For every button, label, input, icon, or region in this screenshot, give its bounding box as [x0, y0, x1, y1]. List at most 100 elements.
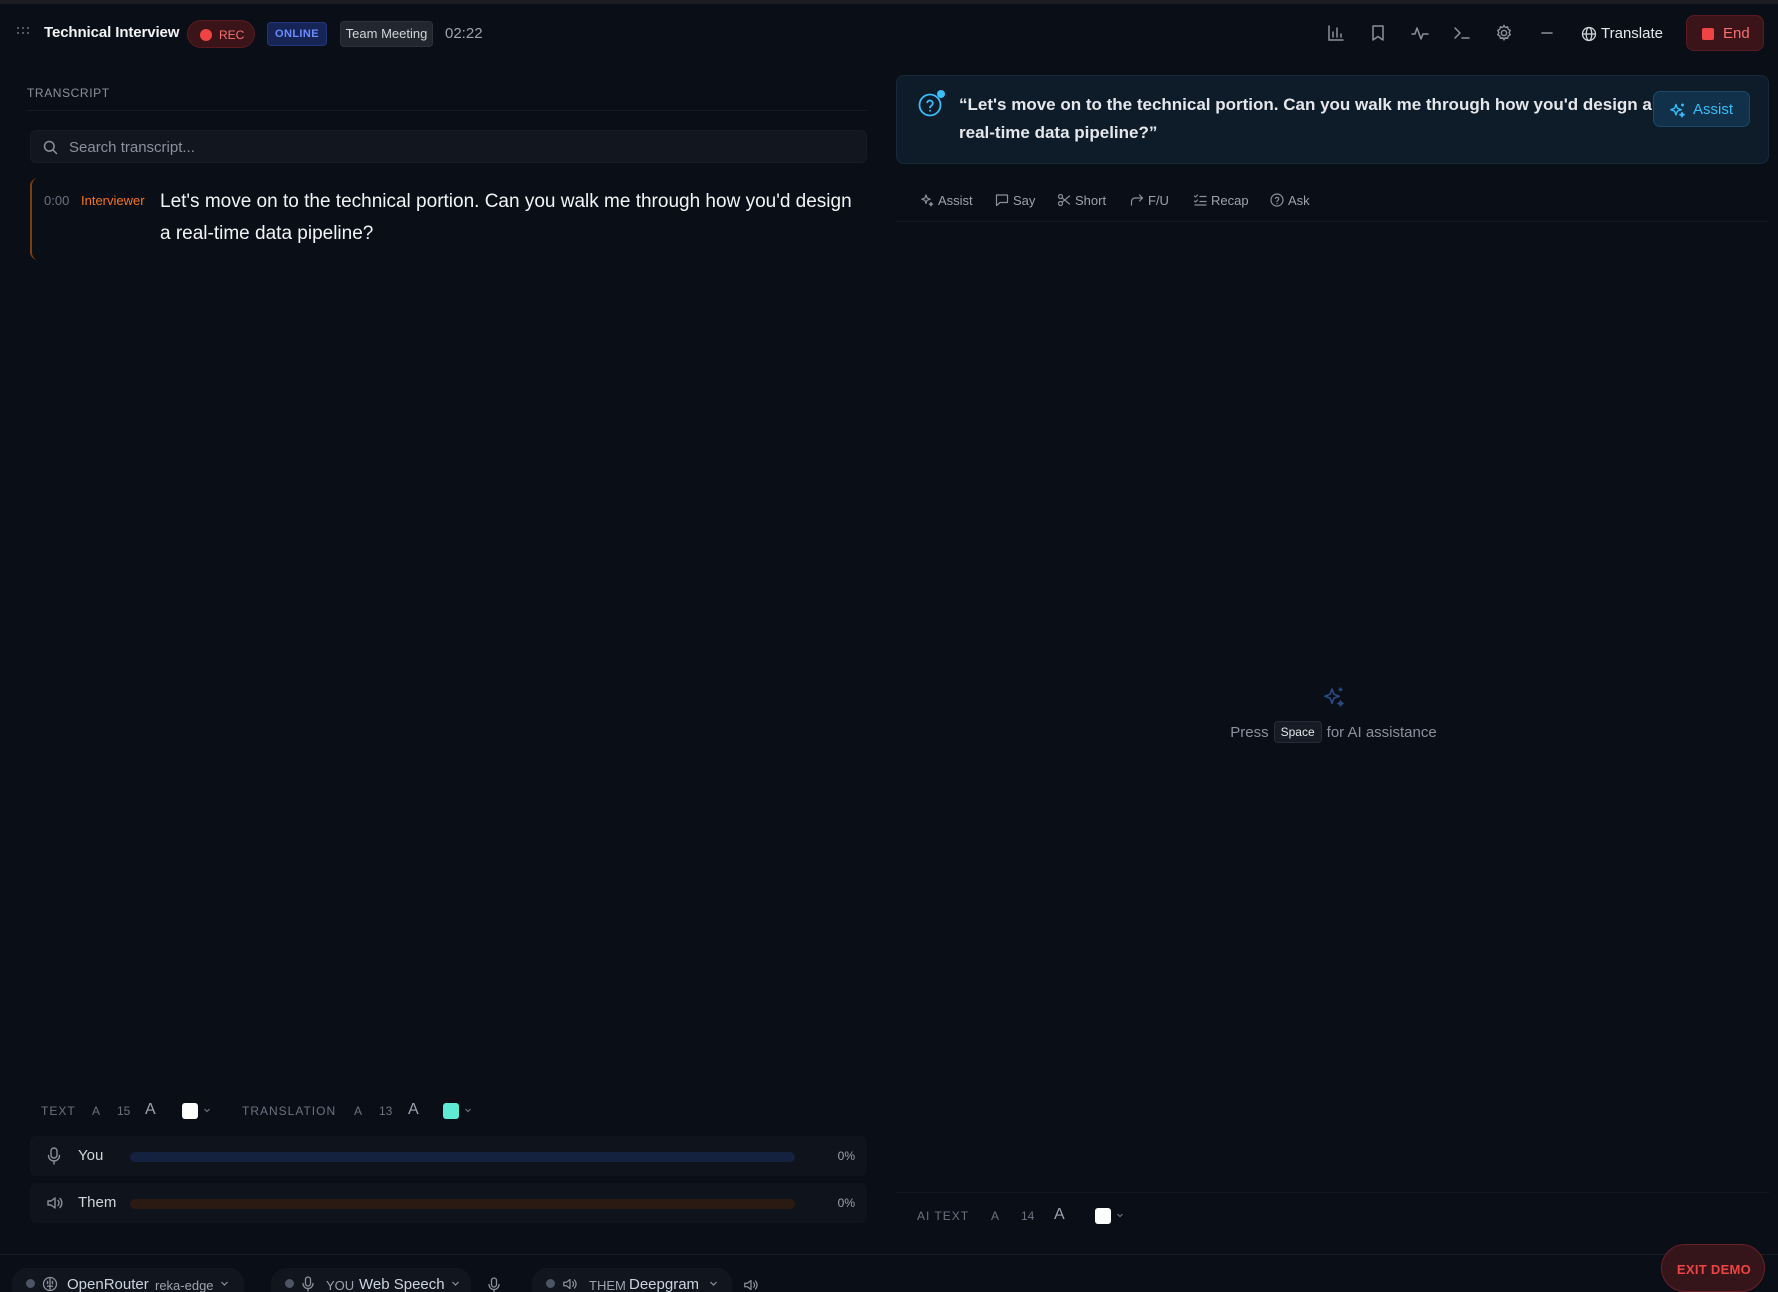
you-label: YOU	[326, 1278, 355, 1292]
text-size-increase[interactable]: A	[145, 1101, 156, 1119]
action-say-label: Say	[1013, 193, 1036, 208]
rec-dot-icon	[200, 29, 212, 41]
translation-size-value: 13	[379, 1104, 393, 1118]
ai-text-size-decrease[interactable]: A	[991, 1209, 999, 1223]
them-stt-selector[interactable]: THEM Deepgram	[532, 1268, 732, 1292]
you-label: You	[78, 1147, 104, 1164]
ai-text-size-value: 14	[1021, 1209, 1035, 1223]
microphone-icon	[301, 1276, 315, 1292]
ai-hint-prefix: Press	[1230, 724, 1269, 741]
chevron-down-icon[interactable]	[203, 1106, 211, 1114]
help-circle-icon	[1270, 193, 1284, 207]
them-level-bar	[130, 1199, 795, 1209]
brain-icon	[42, 1276, 58, 1292]
chat-icon	[995, 193, 1009, 207]
gear-icon[interactable]	[1494, 23, 1514, 43]
chevron-down-icon[interactable]	[464, 1106, 472, 1114]
end-label: End	[1723, 25, 1750, 42]
speaker-toggle-icon[interactable]	[743, 1277, 759, 1292]
chevron-down-icon	[709, 1279, 718, 1288]
translate-button[interactable]: Translate	[1581, 23, 1666, 45]
globe-icon	[1581, 26, 1597, 42]
forward-icon	[1130, 193, 1144, 207]
online-badge: ONLINE	[267, 22, 327, 46]
them-level-percent: 0%	[837, 1196, 855, 1210]
model-name: reka-edge	[155, 1278, 214, 1292]
meeting-type-badge[interactable]: Team Meeting	[340, 21, 433, 47]
them-label: THEM	[589, 1278, 626, 1292]
assist-action-bar: Assist Say Short F/U Recap Ask	[896, 186, 1769, 222]
divider	[896, 1192, 1769, 1193]
status-dot	[26, 1279, 35, 1288]
ai-hint: Press Space for AI assistance	[1100, 721, 1567, 743]
translation-size-label: TRANSLATION	[242, 1104, 337, 1118]
exit-demo-button[interactable]: EXIT DEMO	[1661, 1244, 1765, 1292]
them-label: Them	[78, 1194, 117, 1211]
space-key: Space	[1273, 721, 1322, 743]
assist-button[interactable]: Assist	[1653, 91, 1750, 127]
microphone-icon	[46, 1147, 62, 1165]
search-icon	[43, 140, 58, 155]
search-input[interactable]	[69, 137, 849, 157]
translation-color-swatch[interactable]	[443, 1103, 459, 1119]
sparkle-icon	[1669, 102, 1686, 119]
you-engine: Web Speech	[359, 1276, 445, 1292]
ai-text-size-label: AI TEXT	[917, 1209, 970, 1223]
translation-size-decrease[interactable]: A	[354, 1104, 362, 1118]
terminal-icon[interactable]	[1452, 23, 1472, 43]
exit-demo-label: EXIT DEMO	[1676, 1262, 1752, 1277]
activity-icon[interactable]	[1410, 23, 1430, 43]
transcript-search	[30, 130, 867, 163]
text-size-value: 15	[117, 1104, 131, 1118]
list-check-icon	[1193, 193, 1207, 207]
chart-icon[interactable]	[1326, 23, 1346, 43]
assist-button-label: Assist	[1693, 101, 1734, 118]
status-dot	[285, 1279, 294, 1288]
status-dot	[546, 1279, 555, 1288]
transcript-entry[interactable]: 0:00 Interviewer Let's move on to the te…	[30, 178, 867, 260]
drag-handle-icon[interactable]	[17, 25, 31, 37]
you-stt-selector[interactable]: YOU Web Speech	[271, 1268, 471, 1292]
minimize-icon[interactable]	[1537, 23, 1557, 43]
you-level-meter: You 0%	[30, 1136, 867, 1176]
translation-size-increase[interactable]: A	[408, 1101, 419, 1119]
sparkle-icon	[920, 193, 934, 207]
ai-hint-suffix: for AI assistance	[1326, 724, 1437, 741]
scissors-icon	[1057, 193, 1071, 207]
action-assist-label: Assist	[938, 193, 973, 208]
text-size-decrease[interactable]: A	[92, 1104, 100, 1118]
ai-text-color-swatch[interactable]	[1095, 1208, 1111, 1224]
you-level-bar	[130, 1152, 795, 1162]
entry-speaker: Interviewer	[81, 193, 145, 208]
end-button[interactable]: End	[1686, 15, 1764, 51]
session-title: Technical Interview	[44, 24, 180, 41]
them-level-meter: Them 0%	[30, 1183, 867, 1223]
rec-label: REC	[219, 28, 245, 42]
chevron-down-icon	[220, 1279, 229, 1288]
detected-question-card: “Let's move on to the technical portion.…	[896, 75, 1769, 164]
action-recap-label: Recap	[1211, 193, 1249, 208]
action-ask-label: Ask	[1288, 193, 1310, 208]
llm-provider-selector[interactable]: OpenRouter reka-edge	[12, 1268, 244, 1292]
text-color-swatch[interactable]	[182, 1103, 198, 1119]
action-followup-label: F/U	[1148, 193, 1169, 208]
chevron-down-icon	[451, 1279, 460, 1288]
status-bar-divider	[0, 1254, 1778, 1255]
bookmark-icon[interactable]	[1368, 23, 1388, 43]
speaker-icon	[562, 1276, 578, 1292]
new-question-indicator	[937, 90, 945, 98]
translate-label: Translate	[1601, 25, 1663, 42]
session-timer: 02:22	[445, 25, 483, 42]
them-engine: Deepgram	[629, 1276, 700, 1292]
chevron-down-icon[interactable]	[1116, 1211, 1124, 1219]
you-level-percent: 0%	[837, 1149, 855, 1163]
divider	[27, 110, 867, 111]
entry-text: Let's move on to the technical portion. …	[160, 191, 852, 244]
action-short-label: Short	[1075, 193, 1107, 208]
ai-empty-state: Press Space for AI assistance	[1100, 685, 1567, 745]
microphone-toggle-icon[interactable]	[487, 1277, 501, 1292]
stop-icon	[1702, 28, 1714, 40]
ai-text-size-increase[interactable]: A	[1054, 1206, 1065, 1224]
provider-name: OpenRouter	[67, 1276, 149, 1292]
rec-badge: REC	[187, 20, 255, 48]
